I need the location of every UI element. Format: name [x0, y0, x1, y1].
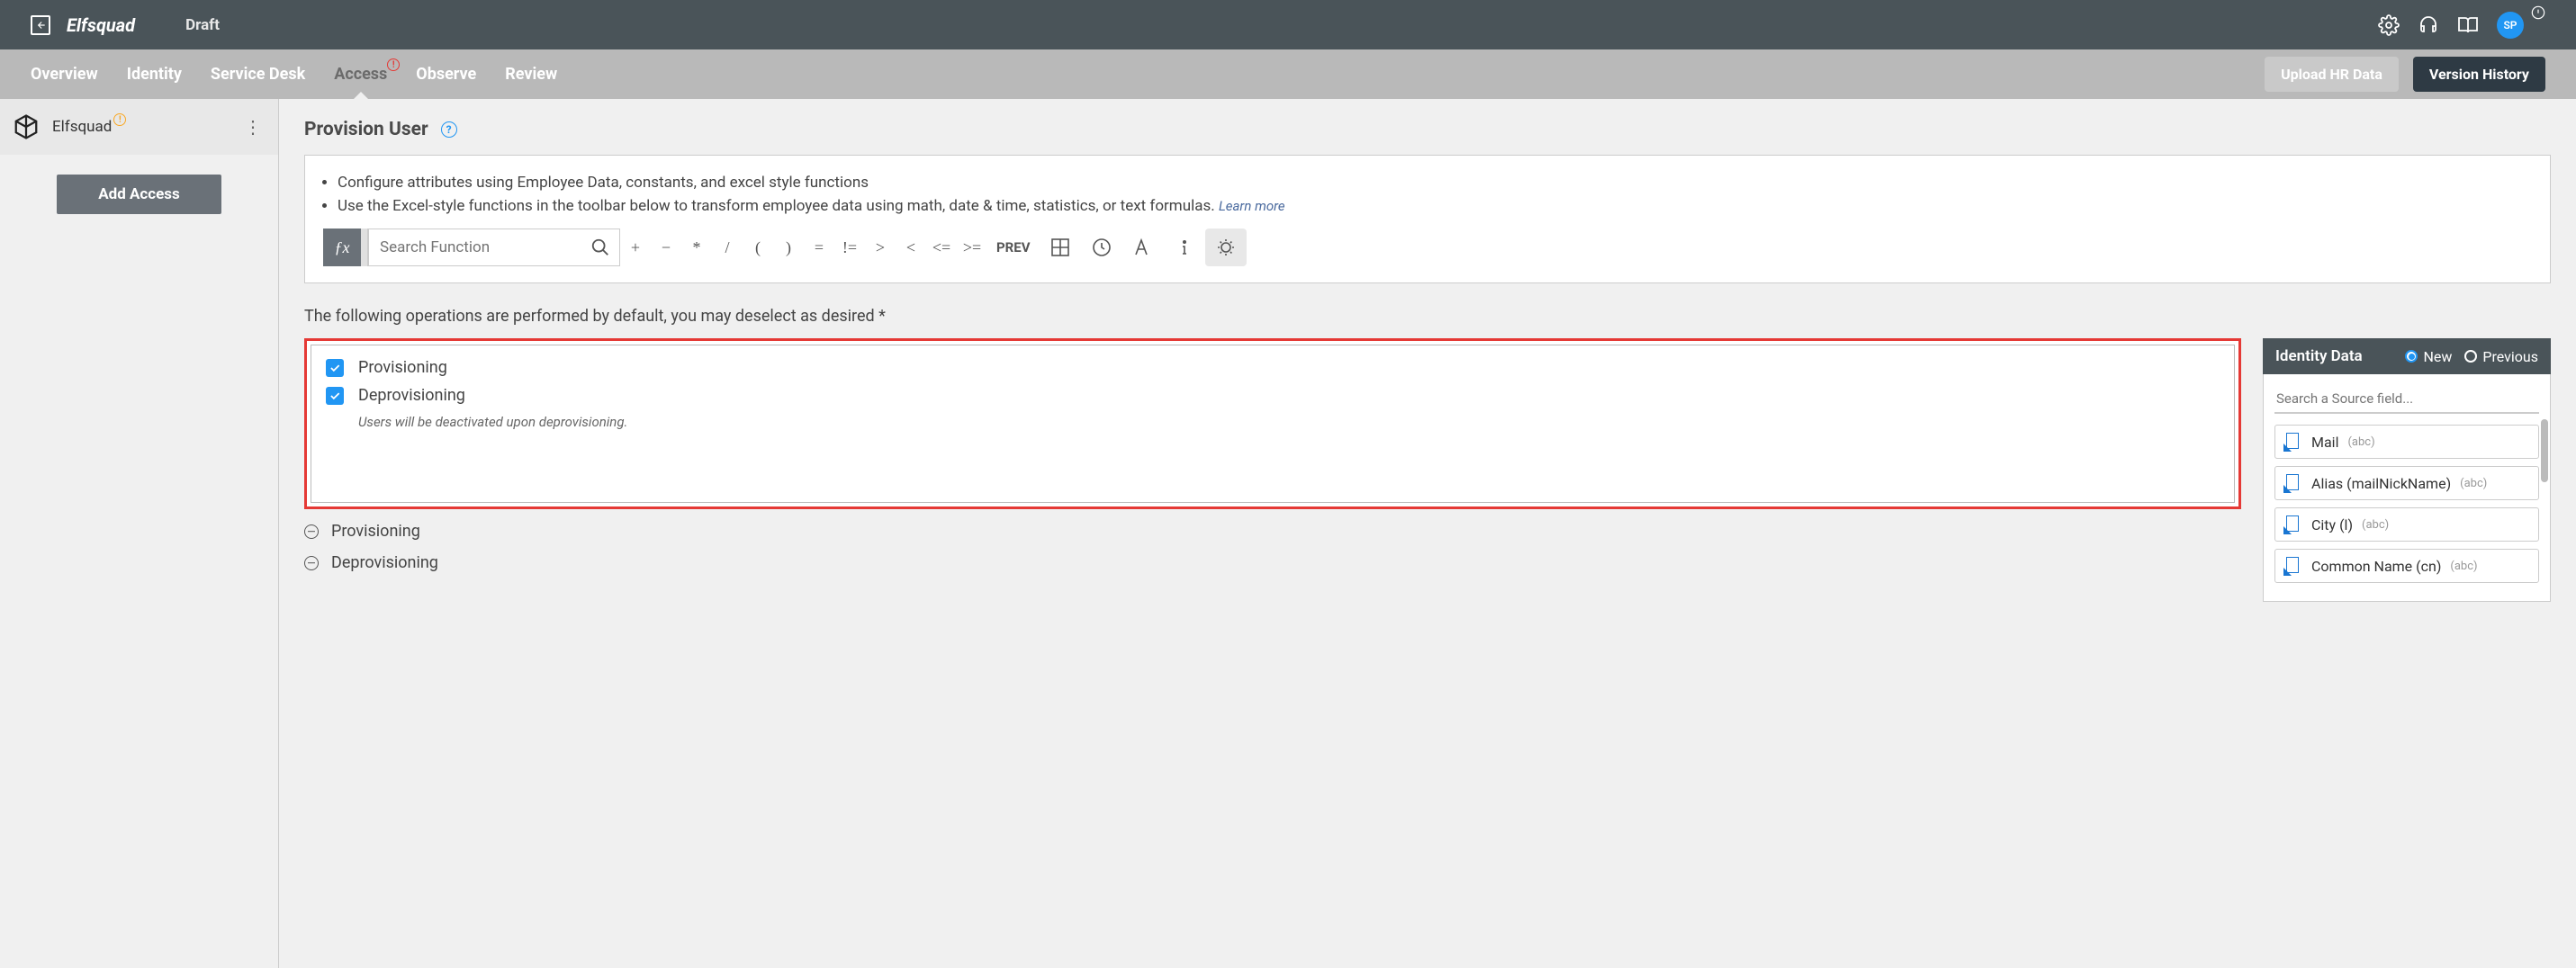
radio-previous[interactable]: [2464, 350, 2477, 363]
nav-tab-service-desk[interactable]: Service Desk: [211, 49, 305, 99]
learn-more-link[interactable]: Learn more: [1219, 198, 1285, 214]
field-icon: [2284, 474, 2301, 492]
alert-icon[interactable]: [2531, 5, 2545, 20]
radio-previous-label[interactable]: Previous: [2482, 348, 2538, 365]
operator-button[interactable]: +: [620, 229, 651, 266]
section-label: Deprovisioning: [331, 553, 438, 572]
alert-icon: !: [387, 58, 400, 71]
field-icon: [2284, 515, 2301, 533]
back-button[interactable]: [31, 15, 50, 35]
identity-field-item[interactable]: City (l) (abc): [2274, 507, 2539, 542]
identity-field-item[interactable]: Mail (abc): [2274, 425, 2539, 459]
operator-button[interactable]: <=: [926, 229, 957, 266]
radio-new[interactable]: [2405, 350, 2418, 363]
field-type: (abc): [2450, 560, 2477, 573]
operator-button[interactable]: −: [651, 229, 681, 266]
search-icon[interactable]: [590, 238, 610, 257]
operator-button[interactable]: /: [712, 229, 743, 266]
clock-icon[interactable]: [1081, 229, 1122, 266]
book-icon[interactable]: [2457, 14, 2479, 36]
field-name: Mail: [2311, 434, 2338, 451]
operator-button[interactable]: ): [773, 229, 804, 266]
operator-button[interactable]: (: [743, 229, 773, 266]
checkbox-provisioning[interactable]: [326, 359, 344, 377]
field-type: (abc): [2347, 435, 2374, 449]
checkbox-label: Deprovisioning: [358, 386, 465, 405]
instruction-bullet: Configure attributes using Employee Data…: [338, 172, 2532, 195]
checkbox-deprovisioning[interactable]: [326, 387, 344, 405]
operator-button[interactable]: !=: [834, 229, 865, 266]
resize-handle[interactable]: [361, 229, 368, 266]
identity-search-input[interactable]: [2274, 385, 2539, 414]
info-icon[interactable]: [1164, 229, 1205, 266]
help-icon[interactable]: ?: [441, 121, 457, 138]
nav-tab-review[interactable]: Review: [505, 49, 557, 99]
brain-icon[interactable]: [1205, 229, 1247, 266]
collapse-icon: [304, 524, 319, 539]
field-icon: [2284, 557, 2301, 575]
field-name: Alias (mailNickName): [2311, 475, 2451, 492]
text-icon[interactable]: [1122, 229, 1164, 266]
checkbox-label: Provisioning: [358, 358, 447, 377]
section-label: Provisioning: [331, 522, 420, 541]
upload-hr-data-button[interactable]: Upload HR Data: [2265, 57, 2399, 92]
prev-button[interactable]: PREV: [987, 229, 1040, 266]
page-title: Provision User: [304, 119, 428, 140]
operator-button[interactable]: >=: [957, 229, 987, 266]
operator-button[interactable]: =: [804, 229, 834, 266]
field-name: Common Name (cn): [2311, 558, 2441, 575]
warning-icon: !: [113, 113, 126, 126]
scrollbar[interactable]: [2541, 419, 2548, 482]
cube-icon: [13, 113, 40, 140]
section-toggle-deprovisioning[interactable]: Deprovisioning: [304, 553, 2241, 572]
field-icon: [2284, 433, 2301, 451]
sidebar-app-name: Elfsquad: [52, 118, 112, 136]
headset-icon[interactable]: [2418, 14, 2439, 36]
version-history-button[interactable]: Version History: [2413, 57, 2545, 92]
nav-tab-access[interactable]: Access!: [334, 49, 387, 99]
operations-description: The following operations are performed b…: [304, 307, 2551, 326]
operator-button[interactable]: <: [896, 229, 926, 266]
section-toggle-provisioning[interactable]: Provisioning: [304, 522, 2241, 541]
operator-button[interactable]: *: [681, 229, 712, 266]
radio-new-label[interactable]: New: [2423, 348, 2452, 365]
add-access-button[interactable]: Add Access: [57, 175, 221, 214]
instruction-bullet: Use the Excel-style functions in the too…: [338, 195, 2532, 219]
field-name: City (l): [2311, 516, 2353, 533]
grid-icon[interactable]: [1040, 229, 1081, 266]
status-badge: Draft: [185, 16, 220, 34]
field-type: (abc): [2362, 518, 2389, 532]
nav-tab-overview[interactable]: Overview: [31, 49, 98, 99]
identity-field-item[interactable]: Common Name (cn) (abc): [2274, 549, 2539, 583]
nav-tab-observe[interactable]: Observe: [416, 49, 476, 99]
operations-highlight-box: Provisioning Deprovisioning Users will be …: [304, 338, 2241, 509]
field-type: (abc): [2460, 477, 2487, 490]
avatar[interactable]: SP: [2497, 12, 2524, 39]
search-function-input[interactable]: [380, 238, 608, 256]
checkbox-note: Users will be deactivated upon deprovisi…: [358, 414, 2220, 430]
nav-tab-identity[interactable]: Identity: [127, 49, 182, 99]
brand-name: Elfsquad: [67, 14, 135, 36]
collapse-icon: [304, 556, 319, 570]
fx-icon: ƒx: [323, 229, 361, 266]
identity-panel-title: Identity Data: [2275, 347, 2363, 365]
sidebar-app-item[interactable]: Elfsquad ! ⋮: [0, 99, 278, 155]
gear-icon[interactable]: [2378, 14, 2400, 36]
operator-button[interactable]: >: [865, 229, 896, 266]
identity-field-item[interactable]: Alias (mailNickName) (abc): [2274, 466, 2539, 500]
kebab-menu-icon[interactable]: ⋮: [244, 116, 262, 138]
